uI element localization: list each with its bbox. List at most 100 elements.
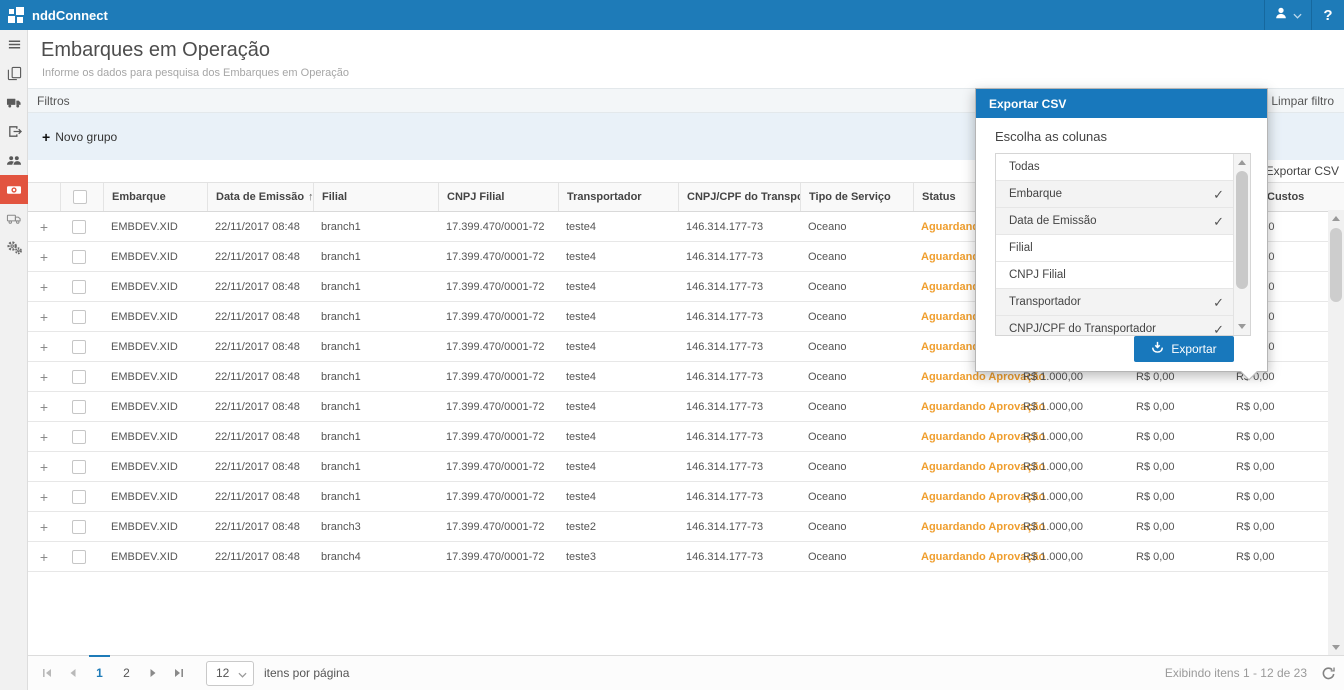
column-header-filial[interactable]: Filial bbox=[313, 183, 438, 211]
sidebar-item-tracking[interactable] bbox=[0, 204, 28, 233]
sidebar-item-settings[interactable] bbox=[0, 233, 28, 262]
page-size-dropdown[interactable]: 12 bbox=[206, 661, 254, 686]
cell-data_emissao: 22/11/2017 08:48 bbox=[207, 542, 313, 571]
row-checkbox-cell[interactable] bbox=[60, 392, 103, 421]
column-option[interactable]: CNPJ Filial bbox=[996, 262, 1250, 289]
copy-icon bbox=[7, 66, 22, 81]
column-header-data_emissao[interactable]: Data de Emissão↑ bbox=[207, 183, 313, 211]
sidebar-item-shipments[interactable] bbox=[0, 88, 28, 117]
select-all-checkbox[interactable] bbox=[73, 190, 87, 204]
select-all-checkbox-cell[interactable] bbox=[60, 183, 103, 211]
dialog-title: Exportar CSV bbox=[976, 89, 1267, 118]
column-header-cnpj_cpf[interactable]: CNPJ/CPF do Transportador bbox=[678, 183, 800, 211]
column-option[interactable]: Transportador✓ bbox=[996, 289, 1250, 316]
next-page-button[interactable] bbox=[140, 656, 166, 690]
checkbox-icon[interactable] bbox=[72, 310, 86, 324]
row-expand-button[interactable]: + bbox=[28, 212, 60, 241]
scroll-down-icon[interactable] bbox=[1234, 319, 1250, 334]
page-button-1[interactable]: 1 bbox=[86, 656, 113, 690]
cell-valor_1: R$ 1.000,00 bbox=[1015, 482, 1128, 511]
check-icon: ✓ bbox=[1213, 187, 1224, 203]
row-checkbox-cell[interactable] bbox=[60, 542, 103, 571]
row-expand-button[interactable]: + bbox=[28, 302, 60, 331]
first-page-button[interactable] bbox=[34, 656, 60, 690]
sidebar-item-export[interactable] bbox=[0, 117, 28, 146]
new-group-button[interactable]: + Novo grupo bbox=[42, 129, 117, 145]
column-option[interactable]: Data de Emissão✓ bbox=[996, 208, 1250, 235]
column-header-custos[interactable]: Custos bbox=[1258, 183, 1328, 211]
column-header-transportador[interactable]: Transportador bbox=[558, 183, 678, 211]
cell-custos bbox=[1258, 482, 1328, 511]
column-header-cnpj_filial[interactable]: CNPJ Filial bbox=[438, 183, 558, 211]
column-header-embarque[interactable]: Embarque bbox=[103, 183, 207, 211]
check-icon: ✓ bbox=[1213, 322, 1224, 336]
scroll-up-icon[interactable] bbox=[1328, 210, 1344, 226]
checkbox-icon[interactable] bbox=[72, 370, 86, 384]
cell-cnpj_filial: 17.399.470/0001-72 bbox=[438, 542, 558, 571]
list-scrollbar-thumb[interactable] bbox=[1236, 171, 1248, 289]
row-expand-button[interactable]: + bbox=[28, 512, 60, 541]
brand[interactable]: nddConnect bbox=[8, 0, 108, 30]
column-option[interactable]: Embarque✓ bbox=[996, 181, 1250, 208]
row-checkbox-cell[interactable] bbox=[60, 242, 103, 271]
cell-custos bbox=[1258, 302, 1328, 331]
cell-filial: branch1 bbox=[313, 422, 438, 451]
checkbox-icon[interactable] bbox=[72, 460, 86, 474]
checkbox-icon[interactable] bbox=[72, 220, 86, 234]
cell-cnpj_filial: 17.399.470/0001-72 bbox=[438, 392, 558, 421]
row-expand-button[interactable]: + bbox=[28, 482, 60, 511]
cell-valor_3: R$ 0,00 bbox=[1228, 512, 1258, 541]
sidebar-item-menu[interactable] bbox=[0, 30, 28, 59]
row-checkbox-cell[interactable] bbox=[60, 482, 103, 511]
checkbox-icon[interactable] bbox=[72, 430, 86, 444]
row-checkbox-cell[interactable] bbox=[60, 452, 103, 481]
row-checkbox-cell[interactable] bbox=[60, 512, 103, 541]
previous-page-button[interactable] bbox=[60, 656, 86, 690]
page-button-2[interactable]: 2 bbox=[113, 656, 140, 690]
sidebar-item-documents[interactable] bbox=[0, 59, 28, 88]
row-checkbox-cell[interactable] bbox=[60, 272, 103, 301]
sidebar-item-operations-active[interactable] bbox=[0, 175, 28, 204]
list-scrollbar[interactable] bbox=[1233, 154, 1250, 335]
cell-filial: branch1 bbox=[313, 482, 438, 511]
user-menu-button[interactable] bbox=[1264, 0, 1312, 30]
row-checkbox-cell[interactable] bbox=[60, 212, 103, 241]
column-option[interactable]: Filial bbox=[996, 235, 1250, 262]
column-option[interactable]: CNPJ/CPF do Transportador✓ bbox=[996, 316, 1250, 336]
checkbox-icon[interactable] bbox=[72, 490, 86, 504]
row-checkbox-cell[interactable] bbox=[60, 302, 103, 331]
cell-cnpj_cpf: 146.314.177-73 bbox=[678, 242, 800, 271]
row-expand-button[interactable]: + bbox=[28, 392, 60, 421]
row-checkbox-cell[interactable] bbox=[60, 362, 103, 391]
checkbox-icon[interactable] bbox=[72, 280, 86, 294]
row-checkbox-cell[interactable] bbox=[60, 332, 103, 361]
column-options-listbox: TodasEmbarque✓Data de Emissão✓FilialCNPJ… bbox=[995, 153, 1251, 336]
row-checkbox-cell[interactable] bbox=[60, 422, 103, 451]
grid-vertical-scrollbar[interactable] bbox=[1328, 210, 1344, 655]
sidebar-item-users[interactable] bbox=[0, 146, 28, 175]
checkbox-icon[interactable] bbox=[72, 340, 86, 354]
scroll-down-icon[interactable] bbox=[1328, 639, 1344, 655]
export-button[interactable]: Exportar bbox=[1134, 336, 1234, 362]
refresh-button[interactable] bbox=[1321, 666, 1336, 681]
column-option[interactable]: Todas bbox=[996, 154, 1250, 181]
row-expand-button[interactable]: + bbox=[28, 542, 60, 571]
row-expand-button[interactable]: + bbox=[28, 422, 60, 451]
help-button[interactable]: ? bbox=[1312, 0, 1344, 30]
row-expand-button[interactable]: + bbox=[28, 332, 60, 361]
cell-filial: branch1 bbox=[313, 212, 438, 241]
scrollbar-thumb[interactable] bbox=[1330, 228, 1342, 302]
user-icon bbox=[1274, 6, 1288, 25]
row-expand-button[interactable]: + bbox=[28, 452, 60, 481]
last-page-button[interactable] bbox=[166, 656, 192, 690]
row-expand-button[interactable]: + bbox=[28, 272, 60, 301]
checkbox-icon[interactable] bbox=[72, 520, 86, 534]
column-label: Status bbox=[922, 191, 956, 203]
row-expand-button[interactable]: + bbox=[28, 362, 60, 391]
checkbox-icon[interactable] bbox=[72, 550, 86, 564]
checkbox-icon[interactable] bbox=[72, 400, 86, 414]
column-header-tipo_servico[interactable]: Tipo de Serviço bbox=[800, 183, 913, 211]
row-expand-button[interactable]: + bbox=[28, 242, 60, 271]
scroll-up-icon[interactable] bbox=[1234, 155, 1250, 170]
checkbox-icon[interactable] bbox=[72, 250, 86, 264]
